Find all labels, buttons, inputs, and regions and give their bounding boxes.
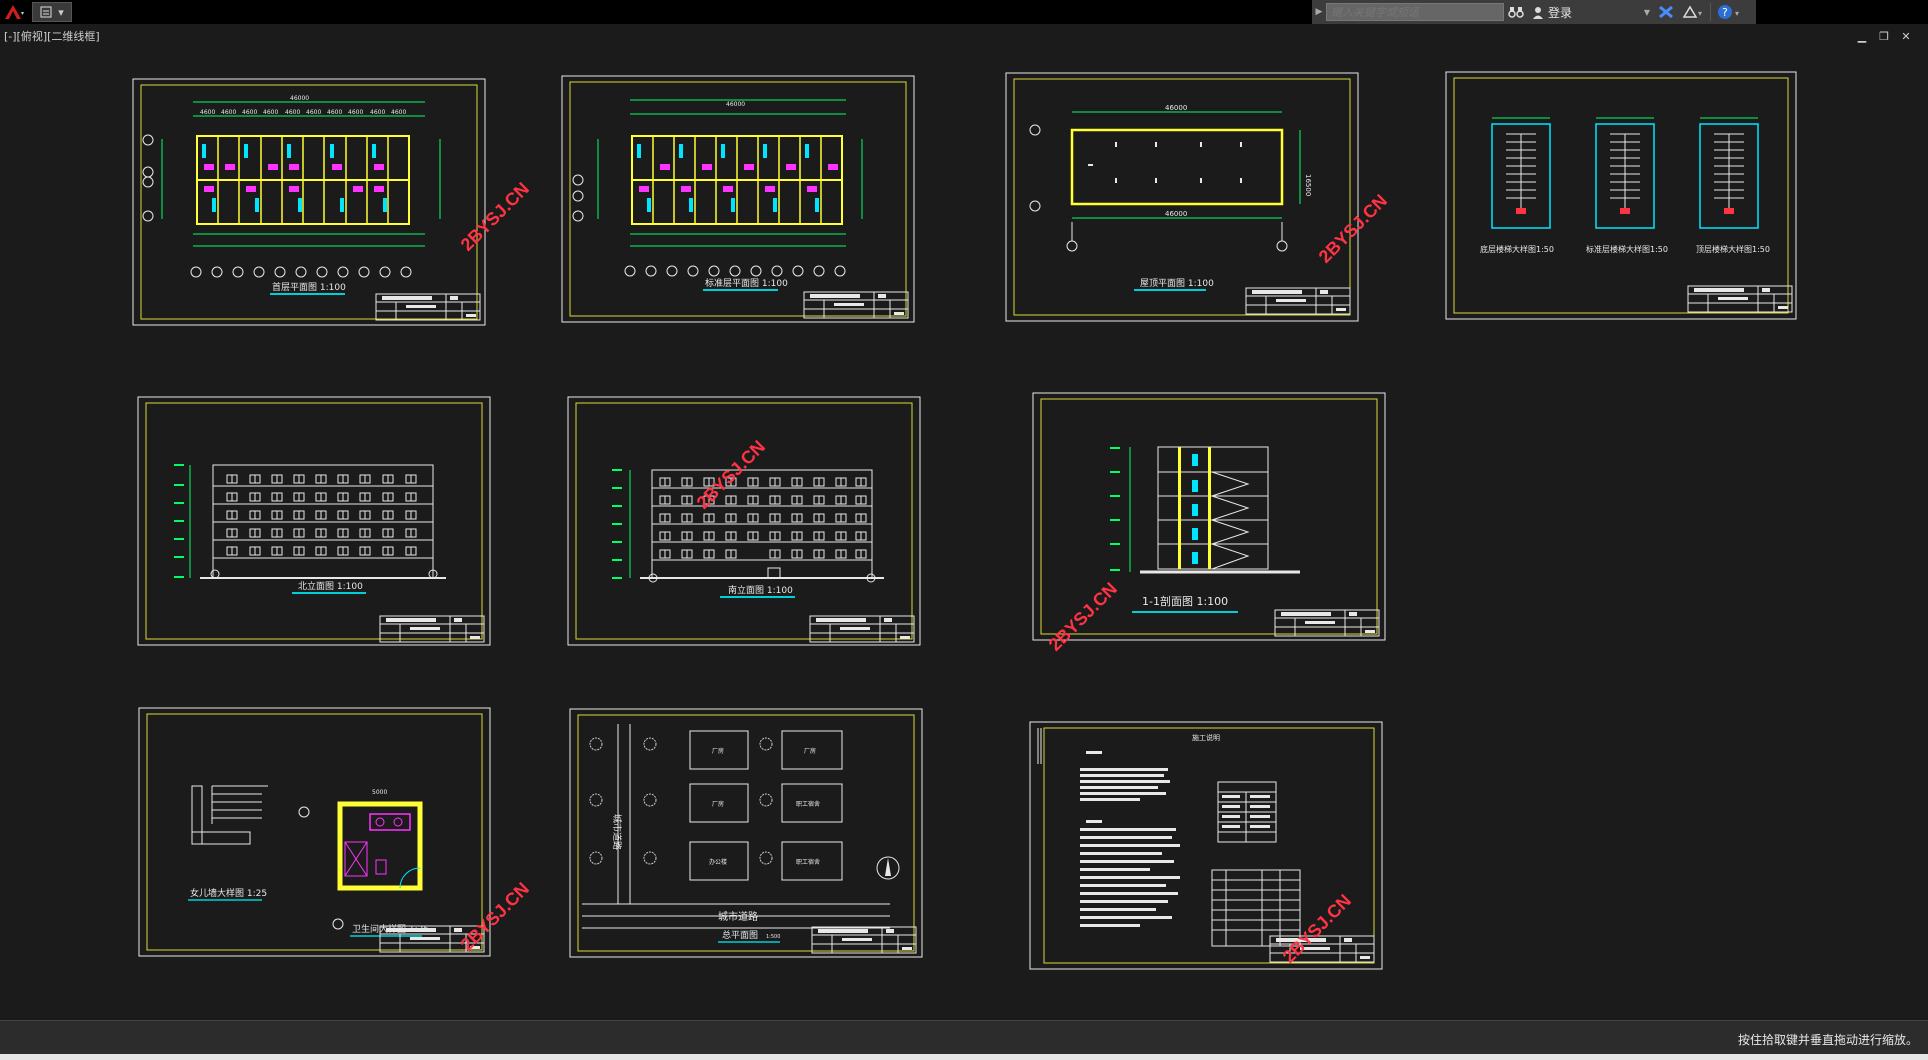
close-icon[interactable]: ✕: [1900, 30, 1912, 43]
sheet-construction-notes[interactable]: 施工说明: [1029, 721, 1383, 970]
command-status-bar: 按住拾取键并垂直拖动进行缩放。: [0, 1020, 1928, 1055]
stair-title-top: 顶层楼梯大样图1:50: [1696, 244, 1770, 254]
sheet-standard-floor-plan[interactable]: 46000 标准层平面图 1:100: [561, 75, 915, 323]
watermark: 2BYSJ.CN: [1045, 578, 1121, 654]
svg-text:4600: 4600: [285, 109, 300, 116]
sheet-title: 屋顶平面图 1:100: [1140, 278, 1214, 289]
document-icon: [40, 6, 52, 18]
watermark: 2BYSJ.CN: [1279, 890, 1355, 966]
sheet-north-elevation[interactable]: 北立面图 1:100: [137, 396, 491, 646]
svg-text:▾: ▾: [1735, 9, 1739, 18]
chevron-down-icon: ▼: [1643, 7, 1650, 17]
svg-text:4600: 4600: [242, 109, 257, 116]
building-label: 厂房: [712, 800, 724, 808]
stair-detail-standard: [1595, 117, 1655, 229]
sheet-title: 南立面图 1:100: [728, 584, 793, 596]
connect-icon[interactable]: ▾: [1678, 0, 1708, 24]
stair-title-standard: 标准层楼梯大样图1:50: [1586, 244, 1668, 254]
building-label: 办公楼: [709, 858, 727, 866]
svg-text:4600: 4600: [306, 109, 321, 116]
binoculars-icon[interactable]: [1504, 0, 1528, 24]
overall-dimension: 46000: [290, 95, 309, 102]
sheet-ground-floor-plan[interactable]: 46000 4600 4600 4600 4600 4600 4600 4600 4600 46…: [132, 78, 486, 326]
roof-dimension-top: 46000: [1165, 104, 1187, 112]
building-label: 职工宿舍: [796, 858, 820, 866]
application-menu-button[interactable]: [0, 0, 26, 24]
sheet-title: 1-1剖面图 1:100: [1142, 594, 1228, 608]
notes-title: 施工说明: [1192, 733, 1220, 742]
drawing-window-controls: ▁ ❐ ✕: [1856, 30, 1912, 43]
svg-text:4600: 4600: [327, 109, 342, 116]
exchange-icon[interactable]: [1654, 0, 1678, 24]
parapet-title: 女儿墙大样图 1:25: [190, 887, 267, 899]
building-label: 厂房: [712, 747, 724, 755]
sheet-scale: 1:500: [766, 934, 780, 940]
sheet-title: 北立面图 1:100: [298, 580, 363, 592]
watermark: 2BYSJ.CN: [1315, 190, 1391, 266]
infocenter-toolbar: ▶ 登录 ▼ ▾ ?▾: [1312, 0, 1756, 24]
restore-icon[interactable]: ❐: [1878, 30, 1890, 43]
sheet-title: 首层平面图 1:100: [272, 281, 346, 293]
road-label: 城市道路: [718, 910, 758, 923]
user-icon: [1533, 6, 1543, 19]
notes-table-1: [1217, 781, 1277, 843]
minimize-icon[interactable]: ▁: [1856, 30, 1868, 43]
stair-detail-top: [1699, 117, 1759, 229]
chevron-down-icon: ▾: [58, 5, 64, 19]
sheet-site-plan[interactable]: 厂房 厂房 厂房 职工宿舍 办公楼 职工宿舍 城市道路 城市道路 总平面图 1:…: [569, 708, 923, 958]
roof-dimension-bottom: 46000: [1165, 210, 1187, 218]
stair-title-ground: 底层楼梯大样图1:50: [1480, 244, 1554, 254]
stair-detail-ground: [1491, 117, 1551, 229]
south-windows: [659, 477, 867, 579]
parapet-detail: 女儿墙大样图 1:25: [188, 785, 268, 901]
login-label: 登录: [1548, 5, 1573, 20]
search-input[interactable]: [1326, 3, 1504, 21]
login-button[interactable]: 登录 ▼: [1528, 0, 1654, 24]
svg-text:4600: 4600: [391, 109, 406, 116]
watermark: 2BYSJ.CN: [457, 178, 533, 254]
toilet-detail: 5000 卫生间大样图 1:25: [298, 789, 429, 937]
svg-text:4600: 4600: [221, 109, 236, 116]
notes-table-2: [1211, 869, 1301, 947]
sheet-details[interactable]: 女儿墙大样图 1:25 5000 卫生间大样图 1:25: [138, 707, 491, 957]
drawing-canvas[interactable]: 46000 4600 4600 4600 4600 4600 4600 4600 4600 46…: [0, 24, 1928, 1020]
svg-text:4600: 4600: [263, 109, 278, 116]
viewport-controls[interactable]: [-][俯视][二维线框]: [4, 28, 100, 44]
svg-text:?: ?: [1722, 6, 1728, 19]
bottom-strip: [0, 1054, 1928, 1060]
svg-text:4600: 4600: [348, 109, 363, 116]
toolbar-separator: [1710, 3, 1711, 21]
watermark: 2BYSJ.CN: [457, 878, 533, 954]
overall-dimension: 46000: [726, 101, 745, 108]
side-road-label: 城市道路: [611, 814, 623, 850]
autocad-logo-icon: [5, 5, 24, 19]
expand-arrow-icon[interactable]: ▶: [1312, 0, 1326, 24]
sheet-roof-plan[interactable]: 46000 16500 46000 屋顶平面图 1:100: [1005, 72, 1359, 322]
roof-dimension-side: 16500: [1304, 174, 1312, 196]
sheet-south-elevation[interactable]: 南立面图 1:100: [567, 396, 921, 646]
status-message: 按住拾取键并垂直拖动进行缩放。: [1737, 1033, 1918, 1047]
notes-text-block: [1080, 751, 1180, 927]
quick-access-toolbar: ▾: [0, 0, 72, 24]
sheet-title: 标准层平面图 1:100: [705, 277, 788, 289]
sheet-title: 总平面图: [722, 929, 758, 941]
help-icon[interactable]: ? ▾: [1713, 0, 1747, 24]
building-label: 厂房: [804, 747, 816, 755]
north-windows: [226, 474, 417, 556]
building-label: 职工宿舍: [796, 800, 820, 808]
svg-text:▾: ▾: [1698, 9, 1702, 18]
title-bar: ▾ ▶ 登录 ▼ ▾ ?▾: [0, 0, 1928, 24]
north-arrow-icon: [876, 856, 900, 880]
workspace-dropdown[interactable]: ▾: [32, 2, 72, 22]
toilet-dimension: 5000: [372, 789, 387, 796]
svg-text:4600: 4600: [370, 109, 385, 116]
svg-text:4600: 4600: [200, 109, 215, 116]
sheet-stair-details[interactable]: 底层楼梯大样图1:50 标准层楼梯大样图1:50 顶层楼梯大样图1:50: [1445, 71, 1797, 320]
